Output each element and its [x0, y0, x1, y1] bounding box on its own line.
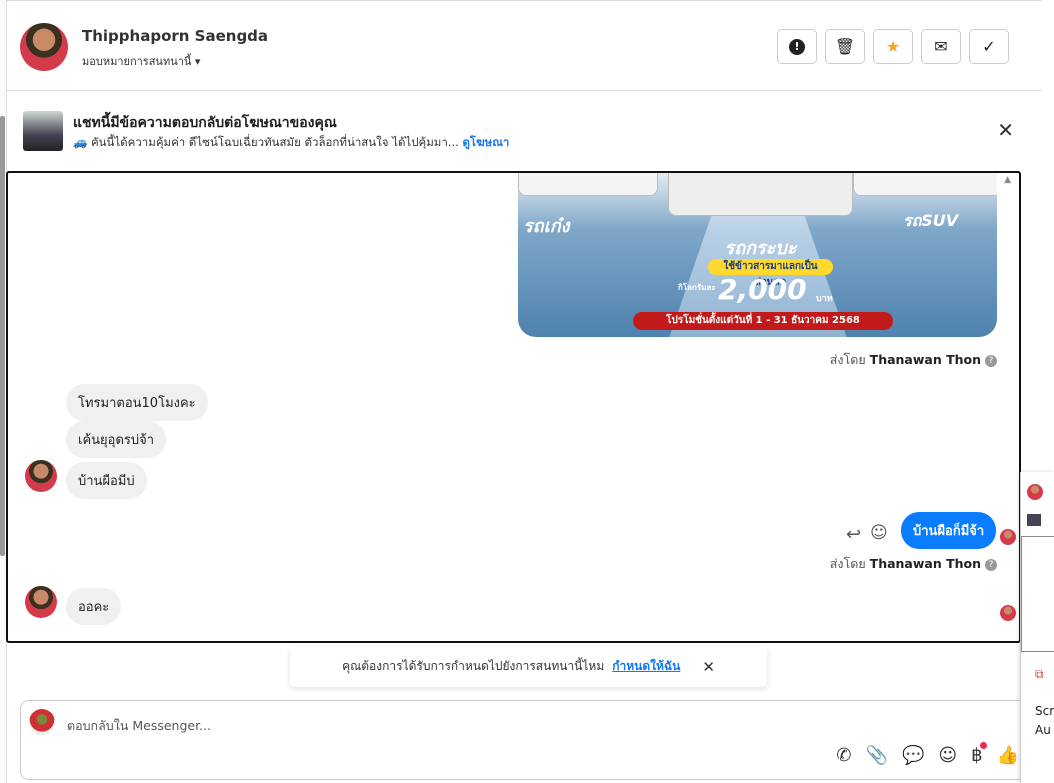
scroll-up-arrow-icon[interactable]: ▲ — [1004, 175, 1011, 185]
close-icon[interactable]: ✕ — [997, 118, 1014, 142]
sent-by-label: ส่งโดย Thanawan Thon ? — [830, 554, 997, 574]
mark-unread-button[interactable]: ✉ — [921, 29, 961, 64]
done-button[interactable]: ✓ — [969, 29, 1009, 64]
side-popup: ⧉ Scr Au — [1020, 472, 1054, 783]
ad-label-suv: รถSUV — [903, 211, 959, 230]
app-icon: ⧉ — [1035, 667, 1044, 681]
like-icon[interactable]: 👍 — [997, 745, 1019, 766]
popup-line-2: Au — [1035, 723, 1051, 737]
ad-banner-title: แชทนี้มีข้อความตอบกลับต่อโฆษณาของคุณ — [73, 115, 337, 131]
ad-label-sedan: รถเก๋ง — [523, 216, 570, 237]
view-ad-link[interactable]: ดูโฆษณา — [462, 135, 509, 149]
sent-by-label: ส่งโดย Thanawan Thon ? — [830, 350, 997, 370]
check-icon: ✓ — [982, 37, 996, 56]
emoji-icon[interactable]: ☺ — [938, 745, 957, 766]
ad-amount: 2,000 — [718, 273, 807, 306]
star-icon: ★ — [885, 37, 901, 56]
reply-composer[interactable]: ตอบกลับใน Messenger... ✆ 📎 💬 ☺ ฿ 👍 — [20, 700, 1030, 780]
reply-icon[interactable]: ↩ — [846, 524, 861, 545]
reply-input[interactable]: ตอบกลับใน Messenger... — [67, 716, 211, 736]
assign-prompt: คุณต้องการได้รับการกำหนดไปยังการสนทนานี้… — [290, 646, 767, 687]
close-icon[interactable]: ✕ — [702, 658, 715, 676]
emoji-react-icon[interactable]: ☺ — [870, 523, 888, 543]
ad-per-kg: กิโลกรัมละ — [678, 283, 716, 292]
ad-unit: บาท — [816, 294, 833, 304]
assign-dropdown[interactable]: มอบหมายการสนทนานี้ ▾ — [82, 52, 200, 70]
my-message-bubble: บ้านผือก็มีจ้า — [901, 512, 997, 549]
help-icon[interactable]: ? — [985, 354, 997, 367]
ad-image[interactable]: รถเก๋ง รถกระบะ รถSUV ใช้ข้าวสารมาแลกเป็น… — [518, 173, 997, 337]
attachment-icon[interactable]: 📎 — [866, 745, 888, 766]
contact-avatar[interactable] — [20, 23, 68, 71]
call-add-icon[interactable]: ✆ — [836, 745, 851, 766]
alert-icon: ! — [789, 38, 805, 55]
popup-line-1: Scr — [1035, 704, 1054, 718]
page-avatar — [29, 709, 55, 735]
ad-promo: โปรโมชั่นตั้งแต่วันที่ 1 - 31 ธันวาคม 25… — [633, 312, 893, 330]
assign-prompt-text: คุณต้องการได้รับการกำหนดไปยังการสนทนานี้… — [342, 659, 605, 673]
envelope-icon: ✉ — [934, 37, 948, 56]
assign-label: มอบหมายการสนทนานี้ — [82, 55, 192, 68]
conversation-header: Thipphaporn Saengda มอบหมายการสนทนานี้ ▾… — [7, 0, 1042, 91]
payment-icon[interactable]: ฿ — [971, 742, 987, 766]
customer-avatar[interactable] — [25, 586, 57, 618]
message-thread: ▲ รถเก๋ง รถกระบะ รถSUV ใช้ข้าวสารมาแลกเป… — [6, 171, 1021, 643]
ad-thumbnail[interactable] — [23, 111, 63, 151]
ad-label-pickup: รถกระบะ — [724, 238, 797, 259]
assign-to-me-link[interactable]: กำหนดให้ฉัน — [612, 657, 680, 676]
trash-icon: 🗑 — [834, 37, 856, 56]
seen-avatar — [1000, 529, 1016, 545]
delete-button[interactable]: 🗑 — [825, 29, 865, 64]
ad-snippet: 🚙 คันนี้ได้ความคุ้มค่า ดีไซน์โฉบเฉี่ยวทั… — [73, 135, 459, 149]
ad-reply-banner: แชทนี้มีข้อความตอบกลับต่อโฆษณาของคุณ 🚙 ค… — [7, 92, 1042, 170]
mini-avatar — [1027, 484, 1043, 500]
message-bubble: เค้นยุอุดรบ่จ้า — [66, 421, 167, 458]
message-bubble: บ้านผือมีบ่ — [66, 462, 147, 499]
report-button[interactable]: ! — [777, 29, 817, 64]
mini-frame — [1021, 536, 1054, 652]
mini-thumbnail — [1027, 514, 1041, 526]
message-bubble: โทรมาตอน10โมงคะ — [66, 384, 208, 421]
help-icon[interactable]: ? — [985, 558, 997, 571]
notification-dot — [979, 742, 987, 749]
scrollbar[interactable] — [0, 116, 5, 556]
seen-avatar — [1000, 605, 1016, 621]
caret-down-icon: ▾ — [194, 55, 201, 68]
message-bubble: ออคะ — [66, 588, 122, 625]
star-button[interactable]: ★ — [873, 29, 913, 64]
contact-name[interactable]: Thipphaporn Saengda — [82, 27, 268, 45]
saved-reply-icon[interactable]: 💬 — [902, 745, 924, 766]
customer-avatar[interactable] — [25, 460, 57, 492]
